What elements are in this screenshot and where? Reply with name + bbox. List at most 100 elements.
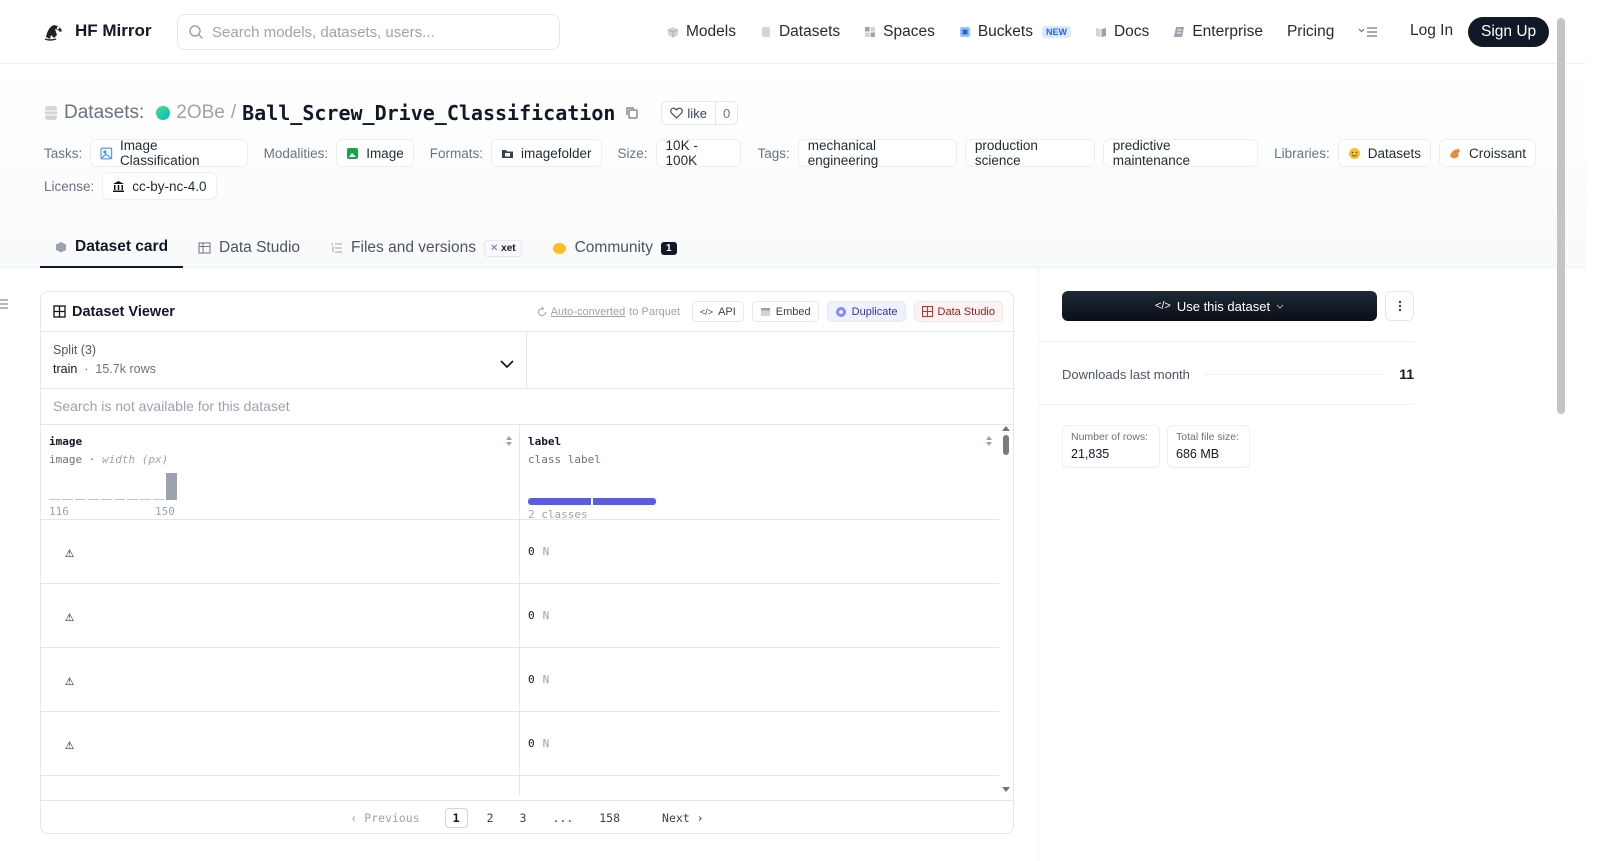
histogram-bar[interactable] — [101, 499, 112, 500]
histogram-bar[interactable] — [127, 499, 138, 500]
image-cell[interactable] — [41, 776, 520, 796]
tab-dataset-card[interactable]: Dataset card — [40, 228, 184, 268]
image-cell[interactable]: ⚠ — [41, 584, 520, 647]
search-input[interactable] — [212, 23, 532, 41]
tag-format-imagefolder[interactable]: imagefolder — [490, 139, 602, 167]
login-link[interactable]: Log In — [1410, 22, 1453, 40]
split-selector[interactable]: Split (3) train · 15.7k rows — [41, 332, 527, 388]
histogram-bar[interactable] — [166, 473, 177, 500]
label-cell[interactable]: 0N — [520, 520, 999, 583]
tag-production-science[interactable]: production science — [964, 138, 1095, 168]
histogram-bar[interactable] — [153, 499, 164, 500]
nav-enterprise[interactable]: Enterprise — [1173, 23, 1263, 41]
tag-modality-image[interactable]: Image — [336, 139, 414, 167]
column-header-image[interactable]: image image · width (px) 116 150 — [41, 425, 520, 519]
previous-page-button[interactable]: ‹ Previous — [343, 809, 426, 827]
class-bar-segment[interactable] — [528, 498, 591, 505]
page-3[interactable]: 3 — [513, 809, 534, 827]
api-button[interactable]: </> API — [692, 301, 744, 322]
use-this-dataset-button[interactable]: </> Use this dataset — [1062, 291, 1377, 321]
class-distribution-bar[interactable] — [528, 498, 656, 505]
histogram-bar[interactable] — [140, 499, 151, 500]
more-options-button[interactable] — [1385, 291, 1414, 321]
nav-more-menu[interactable] — [1358, 26, 1378, 38]
tab-community[interactable]: Community 1 — [537, 228, 692, 268]
nav-datasets[interactable]: Datasets — [760, 23, 840, 41]
histogram-bar[interactable] — [49, 499, 60, 500]
auto-converted-link[interactable]: Auto-converted — [551, 306, 626, 318]
image-cell[interactable]: ⚠ — [41, 648, 520, 711]
brand-link[interactable]: HF Mirror — [42, 19, 152, 43]
nav-docs[interactable]: Docs — [1095, 23, 1149, 41]
sort-icon[interactable] — [985, 435, 993, 447]
width-histogram[interactable] — [49, 473, 179, 500]
nav-buckets[interactable]: Buckets NEW — [959, 23, 1071, 41]
warning-icon: ⚠ — [65, 670, 75, 689]
refresh-icon — [537, 306, 546, 316]
copy-icon[interactable] — [625, 106, 639, 120]
auto-converted-note: Auto-converted to Parquet — [537, 306, 680, 318]
page-1[interactable]: 1 — [444, 808, 468, 828]
search-unavailable-note: Search is not available for this dataset — [41, 389, 1013, 425]
dataset-header: Datasets: 2OBe / Ball_Screw_Drive_Classi… — [0, 65, 1586, 268]
label-cell[interactable]: 0N — [520, 648, 999, 711]
class-bar-segment[interactable] — [593, 498, 656, 505]
next-page-button[interactable]: Next › — [655, 809, 711, 827]
cube-icon — [56, 242, 66, 253]
tag-library-datasets[interactable]: Datasets — [1337, 139, 1431, 167]
page-scrollbar-thumb[interactable] — [1557, 18, 1565, 414]
datasets-prefix[interactable]: Datasets: — [64, 102, 144, 124]
histogram-bar[interactable] — [88, 499, 99, 500]
org-name[interactable]: 2OBe — [176, 102, 225, 124]
histogram-bar[interactable] — [75, 499, 86, 500]
histogram-bar[interactable] — [114, 499, 125, 500]
sort-icon[interactable] — [505, 435, 513, 447]
tag-task-image-classification[interactable]: Image Classification — [90, 138, 248, 168]
histogram-bar[interactable] — [62, 499, 73, 500]
nav-models-label: Models — [686, 23, 736, 40]
dataset-name[interactable]: Ball_Screw_Drive_Classification — [242, 101, 615, 125]
side-menu-icon[interactable] — [0, 298, 10, 310]
label-name: N — [542, 737, 550, 750]
nav-spaces[interactable]: Spaces — [864, 23, 935, 41]
enterprise-icon — [1174, 27, 1185, 37]
column-header-label[interactable]: label class label 2 classes — [520, 425, 999, 521]
nav-models[interactable]: Models — [667, 23, 736, 41]
histogram-min: 116 — [49, 505, 69, 518]
like-button[interactable]: like 0 — [661, 101, 739, 125]
chevron-down-icon[interactable] — [500, 360, 514, 368]
table-row[interactable]: ⚠ 0N — [41, 584, 999, 648]
signup-button[interactable]: Sign Up — [1468, 17, 1550, 47]
tab-files-and-versions[interactable]: Files and versions ✕ xet — [315, 228, 537, 268]
table-row[interactable]: ⚠ 0N — [41, 520, 999, 584]
duplicate-label: Duplicate — [851, 305, 898, 318]
tag-mechanical-engineering[interactable]: mechanical engineering — [797, 138, 957, 168]
like-action[interactable]: like — [662, 102, 716, 124]
label-cell[interactable]: 0N — [520, 584, 999, 647]
global-search[interactable] — [177, 14, 560, 50]
table-row[interactable]: ⚠ 0N — [41, 648, 999, 712]
tag-license[interactable]: cc-by-nc-4.0 — [102, 172, 217, 200]
grid-scrollbar[interactable] — [999, 425, 1013, 799]
table-row-partial[interactable] — [41, 776, 999, 796]
duplicate-button[interactable]: Duplicate — [826, 301, 906, 322]
nav-pricing[interactable]: Pricing — [1287, 23, 1334, 41]
chevron-down-icon — [1276, 304, 1284, 309]
like-count[interactable]: 0 — [716, 106, 737, 121]
table-row[interactable]: ⚠ 0N — [41, 712, 999, 776]
tag-size[interactable]: 10K - 100K — [655, 138, 742, 168]
page-158[interactable]: 158 — [592, 809, 627, 827]
label-cell[interactable]: 0N — [520, 712, 999, 775]
page-2[interactable]: 2 — [480, 809, 501, 827]
tag-predictive-maintenance[interactable]: predictive maintenance — [1102, 138, 1259, 168]
data-studio-button[interactable]: Data Studio — [913, 301, 1003, 322]
embed-button[interactable]: Embed — [751, 301, 819, 322]
image-cell[interactable]: ⚠ — [41, 712, 520, 775]
heart-icon — [670, 107, 684, 119]
tags-row-2: License: cc-by-nc-4.0 — [44, 172, 1544, 200]
tag-library-croissant[interactable]: Croissant — [1438, 139, 1537, 167]
label-cell[interactable] — [520, 776, 999, 796]
tab-data-studio[interactable]: Data Studio — [183, 228, 315, 268]
downloads-last-month: Downloads last month 11 — [1062, 366, 1414, 382]
image-cell[interactable]: ⚠ — [41, 520, 520, 583]
